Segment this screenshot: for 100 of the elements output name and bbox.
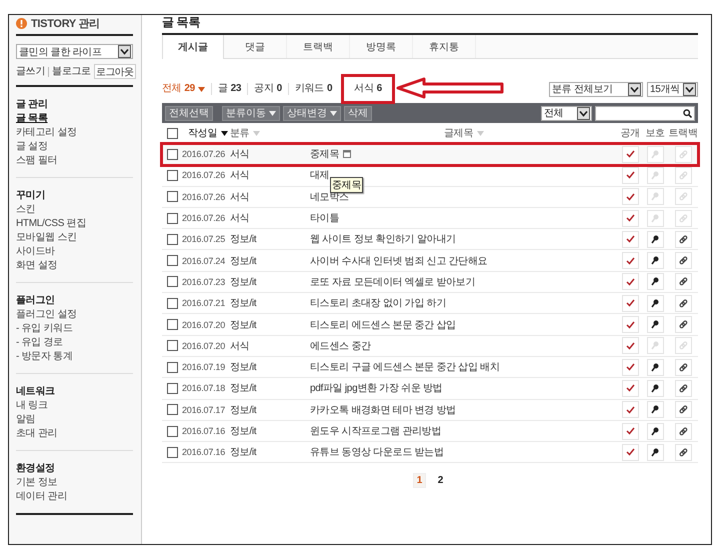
row-checkbox[interactable] (167, 382, 178, 394)
trackback-toggle[interactable] (674, 401, 692, 418)
protect-toggle[interactable] (646, 146, 664, 163)
column-header[interactable]: 분류 (230, 126, 310, 140)
protect-toggle[interactable] (646, 230, 664, 248)
toolbar-button[interactable]: 전체선택 (165, 106, 213, 120)
post-title-link[interactable]: pdf파일 jpg변환 가장 쉬운 방법 (310, 381, 442, 396)
protect-toggle[interactable] (646, 166, 664, 184)
row-checkbox[interactable] (167, 404, 178, 416)
public-toggle[interactable] (622, 316, 638, 334)
per-page-select[interactable]: 15개씩 (647, 82, 698, 96)
trackback-toggle[interactable] (674, 358, 692, 376)
post-title-link[interactable]: 티스토리 에드센스 본문 중간 삽입 (310, 318, 456, 332)
protect-toggle[interactable] (646, 273, 664, 290)
trackback-toggle[interactable] (674, 316, 692, 334)
toolbar-button[interactable]: 상태변경 (283, 106, 341, 120)
row-checkbox[interactable] (167, 148, 178, 160)
trackback-toggle[interactable] (674, 166, 692, 184)
sidebar-item[interactable]: 초대 관리 (16, 427, 58, 441)
row-checkbox[interactable] (167, 234, 178, 245)
sidebar-item[interactable]: 글 설정 (16, 140, 48, 154)
post-title-link[interactable]: 대제 (310, 168, 330, 182)
trackback-toggle[interactable] (674, 294, 692, 312)
sidebar-item[interactable]: - 유입 경로 (16, 336, 63, 350)
logout-button[interactable]: 로그아웃 (94, 64, 136, 79)
category-select[interactable]: 분류 전체보기 (549, 82, 643, 96)
protect-toggle[interactable] (646, 252, 664, 270)
trackback-toggle[interactable] (674, 337, 692, 354)
toolbar-button[interactable]: 삭제 (344, 106, 372, 120)
public-toggle[interactable] (622, 273, 638, 290)
post-title-link[interactable]: 중제목 (310, 147, 340, 162)
sidebar-item[interactable]: 모바일웹 스킨 (16, 231, 77, 245)
column-header[interactable]: 글제목 (444, 126, 484, 140)
protect-toggle[interactable] (646, 401, 664, 418)
sidebar-item[interactable]: 스킨 (16, 203, 36, 217)
trackback-toggle[interactable] (674, 444, 692, 461)
public-toggle[interactable] (622, 146, 638, 163)
filter-count[interactable]: 공지 0 (247, 83, 288, 95)
row-checkbox[interactable] (167, 340, 178, 352)
protect-toggle[interactable] (646, 337, 664, 354)
trackback-toggle[interactable] (674, 273, 692, 290)
public-toggle[interactable] (622, 166, 638, 184)
trackback-toggle[interactable] (674, 146, 692, 163)
public-toggle[interactable] (622, 401, 638, 418)
protect-toggle[interactable] (646, 294, 664, 312)
public-toggle[interactable] (622, 422, 638, 440)
post-title-link[interactable]: 티스토리 구글 에드센스 본문 중간 삽입 배치 (310, 360, 500, 374)
sidebar-item[interactable]: 플러그인 설정 (16, 308, 77, 322)
trackback-toggle[interactable] (674, 422, 692, 440)
filter-count[interactable]: 키워드 0 (288, 83, 338, 95)
tab[interactable]: 휴지통 (413, 35, 476, 58)
filter-count[interactable]: 전체 29 (162, 83, 211, 95)
row-checkbox[interactable] (167, 212, 178, 224)
row-checkbox[interactable] (167, 362, 178, 373)
protect-toggle[interactable] (646, 210, 664, 227)
post-title-link[interactable]: 웹 사이트 정보 확인하기 알아내기 (310, 232, 456, 246)
public-toggle[interactable] (622, 188, 638, 206)
tab[interactable]: 게시글 (162, 35, 224, 59)
trackback-toggle[interactable] (674, 252, 692, 270)
sidebar-link[interactable]: 글쓰기 (16, 66, 48, 76)
sidebar-item[interactable]: 카테고리 설정 (16, 126, 77, 140)
trackback-toggle[interactable] (674, 230, 692, 248)
post-title-link[interactable]: 로또 자료 모든데이터 엑셀로 받아보기 (310, 274, 476, 289)
row-checkbox[interactable] (167, 446, 178, 458)
page-link[interactable]: 2 (434, 473, 447, 488)
sidebar-item[interactable]: 알림 (16, 413, 36, 427)
sidebar-item[interactable]: 글 목록 (16, 112, 48, 126)
trackback-toggle[interactable] (674, 210, 692, 227)
toolbar-button[interactable]: 분류이동 (222, 106, 280, 120)
search-field[interactable] (595, 106, 695, 120)
sidebar-item[interactable]: - 방문자 통계 (16, 350, 72, 364)
public-toggle[interactable] (622, 444, 638, 461)
public-toggle[interactable] (622, 294, 638, 312)
public-toggle[interactable] (622, 252, 638, 270)
public-toggle[interactable] (622, 210, 638, 227)
protect-toggle[interactable] (646, 358, 664, 376)
sidebar-item[interactable]: 사이드바 (16, 245, 55, 259)
column-header[interactable]: 작성일 (182, 126, 230, 140)
post-title-link[interactable]: 카카오톡 배경화면 테마 변경 방법 (310, 402, 456, 417)
post-title-link[interactable]: 유튜브 동영상 다운로드 받는법 (310, 445, 444, 460)
public-toggle[interactable] (622, 380, 638, 397)
public-toggle[interactable] (622, 337, 638, 354)
row-checkbox[interactable] (167, 191, 178, 202)
tab[interactable]: 트랙백 (287, 35, 350, 58)
sidebar-item[interactable]: 데이터 관리 (16, 490, 67, 504)
row-checkbox[interactable] (167, 298, 178, 309)
trackback-toggle[interactable] (674, 380, 692, 397)
protect-toggle[interactable] (646, 444, 664, 461)
tab[interactable]: 댓글 (224, 35, 287, 58)
protect-toggle[interactable] (646, 188, 664, 206)
blog-select[interactable]: 클민의 클한 라이프 (16, 44, 133, 59)
trackback-toggle[interactable] (674, 188, 692, 206)
protect-toggle[interactable] (646, 316, 664, 334)
row-checkbox[interactable] (167, 276, 178, 288)
row-checkbox[interactable] (167, 170, 178, 181)
post-title-link[interactable]: 티스토리 초대장 없이 가입 하기 (310, 296, 446, 310)
sidebar-item[interactable]: 내 링크 (16, 399, 48, 413)
post-title-link[interactable]: 사이버 수사대 인터넷 범죄 신고 간단해요 (310, 254, 488, 268)
post-title-link[interactable]: 타이틀 (310, 211, 340, 226)
sidebar-item[interactable]: 화면 설정 (16, 259, 58, 273)
